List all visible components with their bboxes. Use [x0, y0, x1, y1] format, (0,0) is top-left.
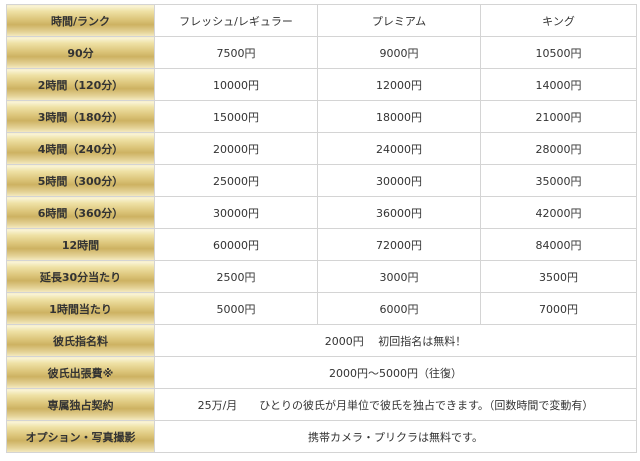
price-cell: 25000円 [154, 164, 318, 197]
table-row: 6時間（360分） 30000円 36000円 42000円 [6, 196, 637, 229]
corner-label: 時間/ランク [6, 4, 155, 37]
extra-row-options-photo: オプション・写真撮影 携帯カメラ・プリクラは無料です。 [6, 420, 637, 453]
price-cell: 30000円 [317, 164, 481, 197]
price-cell: 7500円 [154, 36, 318, 69]
price-cell: 9000円 [317, 36, 481, 69]
price-cell: 6000円 [317, 292, 481, 325]
price-cell: 30000円 [154, 196, 318, 229]
table-row: 90分 7500円 9000円 10500円 [6, 36, 637, 69]
price-cell: 3500円 [480, 260, 637, 293]
extra-cell: 2000円 初回指名は無料！ [154, 324, 637, 357]
price-cell: 36000円 [317, 196, 481, 229]
price-cell: 60000円 [154, 228, 318, 261]
extra-row-exclusive-contract: 専属独占契約 25万/月 ひとりの彼氏が月単位で彼氏を独占できます。（回数時間で… [6, 388, 637, 421]
row-label: 12時間 [6, 228, 155, 261]
extra-row-travel-fee: 彼氏出張費※ 2000円～5000円（往復） [6, 356, 637, 389]
column-header-fresh-regular: フレッシュ/レギュラー [154, 4, 318, 37]
price-cell: 5000円 [154, 292, 318, 325]
column-header-king: キング [480, 4, 637, 37]
row-label: 2時間（120分） [6, 68, 155, 101]
row-label: 3時間（180分） [6, 100, 155, 133]
table-row: 2時間（120分） 10000円 12000円 14000円 [6, 68, 637, 101]
column-header-premium: プレミアム [317, 4, 481, 37]
row-label: 彼氏出張費※ [6, 356, 155, 389]
row-label: 延長30分当たり [6, 260, 155, 293]
table-row: 12時間 60000円 72000円 84000円 [6, 228, 637, 261]
row-label: 90分 [6, 36, 155, 69]
row-label: 1時間当たり [6, 292, 155, 325]
table-row: 3時間（180分） 15000円 18000円 21000円 [6, 100, 637, 133]
row-label: 5時間（300分） [6, 164, 155, 197]
price-cell: 10500円 [480, 36, 637, 69]
price-cell: 7000円 [480, 292, 637, 325]
price-cell: 24000円 [317, 132, 481, 165]
price-cell: 18000円 [317, 100, 481, 133]
price-cell: 3000円 [317, 260, 481, 293]
extra-cell: 2000円～5000円（往復） [154, 356, 637, 389]
price-table: 時間/ランク フレッシュ/レギュラー プレミアム キング 90分 7500円 9… [6, 4, 637, 453]
price-cell: 14000円 [480, 68, 637, 101]
row-label: 専属独占契約 [6, 388, 155, 421]
price-cell: 10000円 [154, 68, 318, 101]
table-row: 1時間当たり 5000円 6000円 7000円 [6, 292, 637, 325]
table-row: 4時間（240分） 20000円 24000円 28000円 [6, 132, 637, 165]
price-cell: 21000円 [480, 100, 637, 133]
price-cell: 72000円 [317, 228, 481, 261]
extra-row-nomination-fee: 彼氏指名料 2000円 初回指名は無料！ [6, 324, 637, 357]
price-cell: 20000円 [154, 132, 318, 165]
row-label: 4時間（240分） [6, 132, 155, 165]
table-row: 延長30分当たり 2500円 3000円 3500円 [6, 260, 637, 293]
price-cell: 84000円 [480, 228, 637, 261]
price-cell: 42000円 [480, 196, 637, 229]
extra-cell: 25万/月 ひとりの彼氏が月単位で彼氏を独占できます。（回数時間で変動有） [154, 388, 637, 421]
row-label: 6時間（360分） [6, 196, 155, 229]
extra-cell: 携帯カメラ・プリクラは無料です。 [154, 420, 637, 453]
price-cell: 2500円 [154, 260, 318, 293]
price-cell: 15000円 [154, 100, 318, 133]
header-row: 時間/ランク フレッシュ/レギュラー プレミアム キング [6, 4, 637, 37]
row-label: 彼氏指名料 [6, 324, 155, 357]
price-cell: 35000円 [480, 164, 637, 197]
price-cell: 28000円 [480, 132, 637, 165]
row-label: オプション・写真撮影 [6, 420, 155, 453]
table-row: 5時間（300分） 25000円 30000円 35000円 [6, 164, 637, 197]
price-cell: 12000円 [317, 68, 481, 101]
